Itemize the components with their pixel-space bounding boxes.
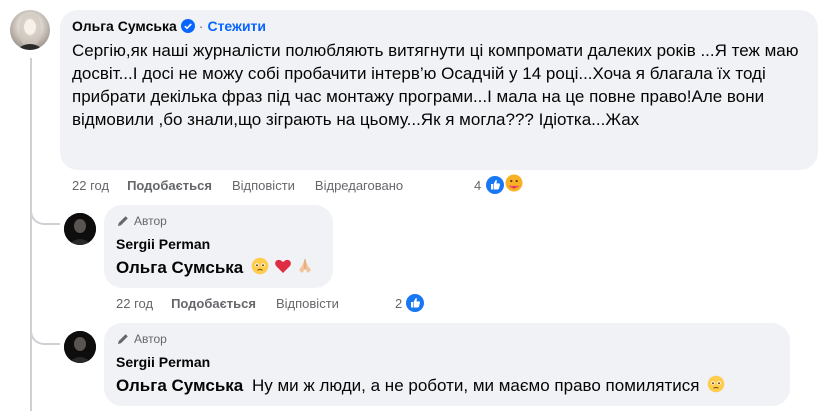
care-reaction-icon: [503, 172, 525, 194]
thread-line: [30, 58, 32, 411]
like-button[interactable]: Подобається: [127, 178, 212, 193]
reply-actions-1: 22 год Подобається Відповісти: [116, 296, 339, 311]
author-name[interactable]: Ольга Сумська: [72, 18, 177, 34]
avatar-olga[interactable]: [10, 10, 50, 50]
timestamp[interactable]: 22 год: [72, 178, 109, 193]
pencil-icon: [116, 214, 130, 228]
teary-face-emoji: [251, 257, 269, 281]
thread-connector-2: [30, 315, 60, 345]
pencil-icon: [116, 332, 130, 346]
reply-text: Ольга Сумська: [116, 256, 314, 281]
folded-hands-emoji: [296, 257, 314, 281]
teary-face-emoji: [707, 375, 725, 399]
avatar-sergii[interactable]: [64, 331, 96, 363]
avatar-image: [64, 213, 96, 245]
comment-actions-top: 22 год Подобається Відповісти Відредагов…: [72, 178, 403, 193]
author-badge-label: Автор: [134, 214, 167, 228]
comment-bubble-top: Ольга Сумська · Стежити Сергію,як наші ж…: [60, 10, 818, 170]
edited-label: Відредаговано: [314, 178, 404, 193]
avatar-image: [16, 14, 44, 50]
mention-link[interactable]: Ольга Сумська: [116, 258, 243, 277]
reply-author-name[interactable]: Sergii Perman: [116, 354, 210, 370]
mention-link[interactable]: Ольга Сумська: [116, 376, 243, 395]
timestamp[interactable]: 22 год: [116, 296, 153, 311]
reply-author-name[interactable]: Sergii Perman: [116, 236, 210, 252]
avatar-sergii[interactable]: [64, 213, 96, 245]
like-button[interactable]: Подобається: [171, 296, 256, 311]
red-heart-emoji: [274, 257, 292, 281]
comment-header: Ольга Сумська · Стежити: [72, 18, 266, 34]
reply-bubble-2: Автор Sergii Perman Ольга Сумська Ну ми …: [104, 323, 790, 406]
author-badge: Автор: [116, 332, 167, 346]
reaction-count[interactable]: 4: [474, 178, 481, 193]
reaction-count[interactable]: 2: [395, 296, 402, 311]
author-badge: Автор: [116, 214, 167, 228]
verified-badge-icon: [180, 19, 195, 33]
thread-connector-1: [30, 195, 60, 225]
reply-button[interactable]: Відповісти: [232, 178, 295, 193]
author-badge-label: Автор: [134, 332, 167, 346]
reply-text-content: Ну ми ж люди, а не роботи, ми маємо прав…: [251, 376, 700, 395]
comment-text: Сергію,як наші журналісти полюбляють вит…: [72, 41, 799, 129]
separator-dot: ·: [198, 18, 204, 34]
reply-bubble-1: Автор Sergii Perman Ольга Сумська: [104, 205, 333, 288]
avatar-image: [64, 331, 96, 363]
reply-text: Ольга Сумська Ну ми ж люди, а не роботи,…: [116, 374, 725, 399]
follow-button[interactable]: Стежити: [207, 18, 266, 34]
like-reaction-icon: [404, 292, 426, 314]
reply-button[interactable]: Відповісти: [276, 296, 339, 311]
